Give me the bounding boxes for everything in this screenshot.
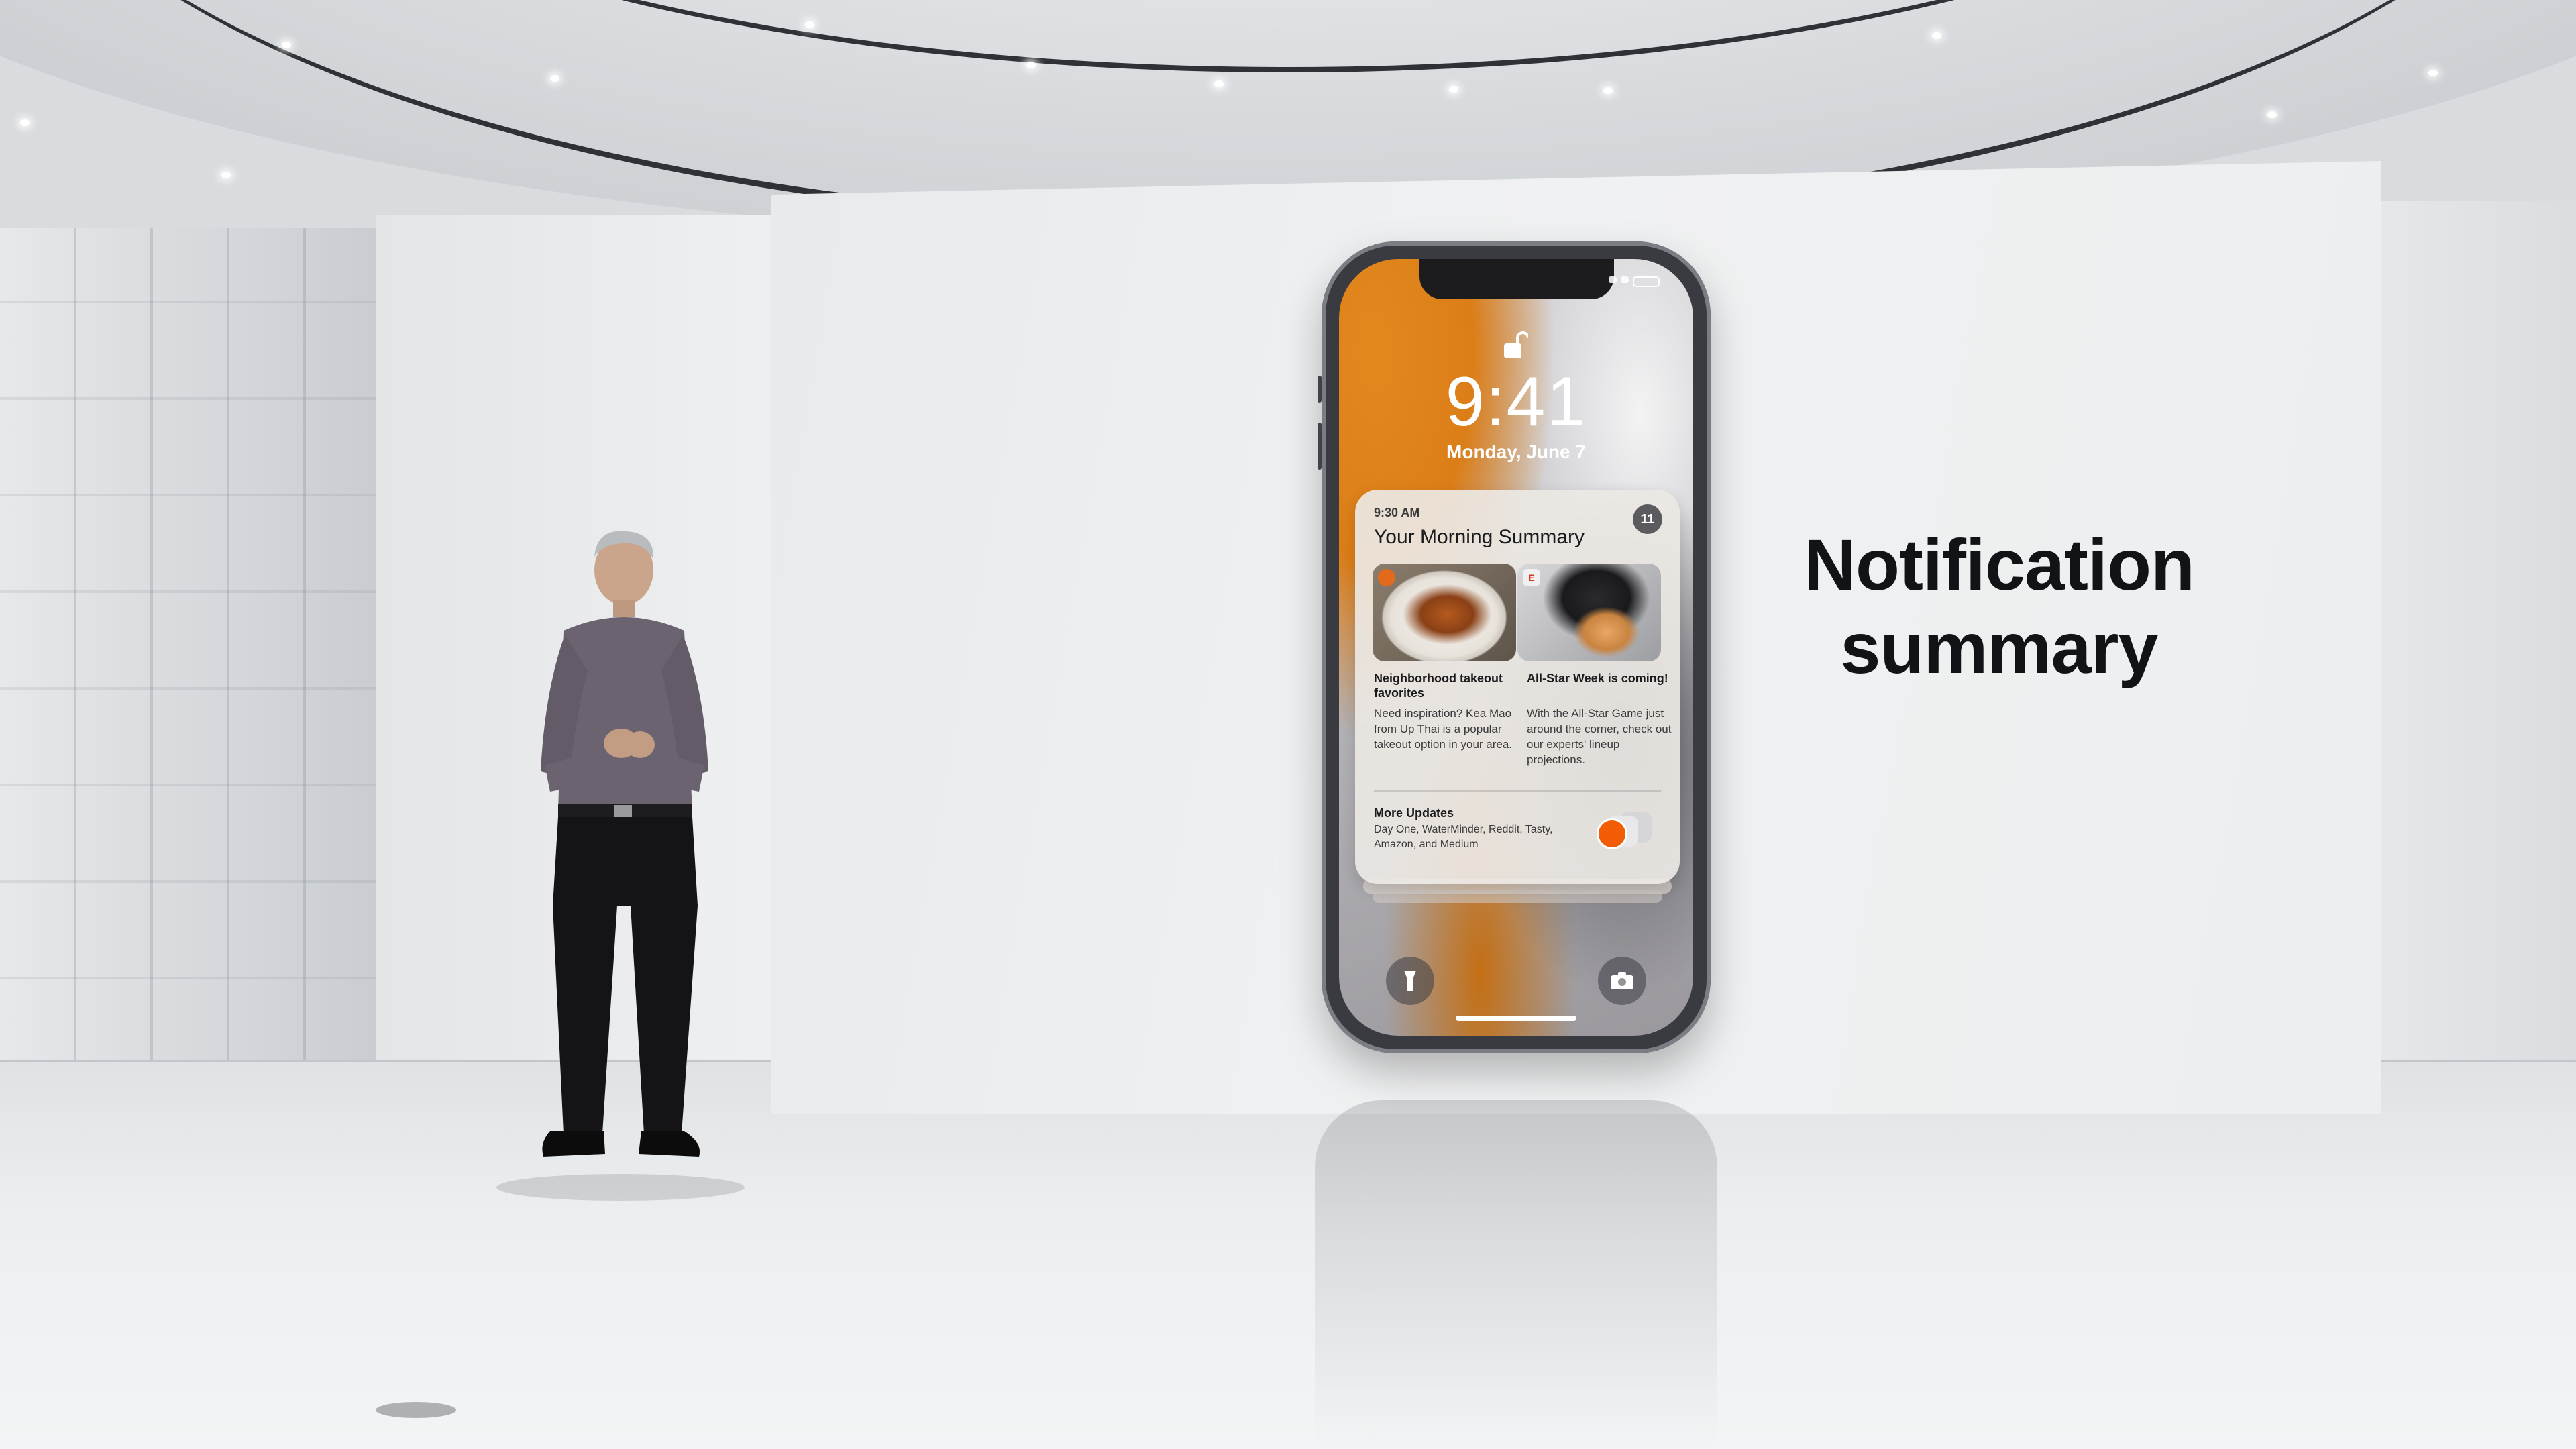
lock-open-icon <box>1504 331 1528 358</box>
battery-icon <box>1633 276 1660 287</box>
app-icon: E <box>1523 569 1540 586</box>
ceiling-light <box>1603 87 1613 94</box>
notification-stack-layer <box>1373 890 1662 903</box>
notification-count-badge: 11 <box>1633 504 1662 534</box>
lock-time: 9:41 <box>1445 363 1587 441</box>
more-updates-apps: Day One, WaterMinder, Reddit, Tasty, Ama… <box>1374 824 1553 850</box>
camera-icon <box>1611 972 1633 989</box>
slide-title-line-1: Notification <box>1804 524 2195 605</box>
ceiling-light <box>1932 32 1941 39</box>
home-indicator[interactable] <box>1456 1016 1576 1021</box>
wifi-icon <box>1621 276 1629 283</box>
ceiling-light <box>2428 70 2438 76</box>
story-headline: All-Star Week is coming! <box>1527 672 1668 685</box>
ceiling-light <box>282 42 291 48</box>
slide-title: Notification summary <box>1744 523 2254 690</box>
left-window-wall <box>0 228 376 1073</box>
flashlight-button[interactable] <box>1386 957 1434 1005</box>
story-body: With the All-Star Game just around the c… <box>1527 707 1672 766</box>
ceiling-light <box>550 75 559 82</box>
phone-notch <box>1419 259 1614 299</box>
flashlight-icon <box>1404 971 1416 991</box>
keynote-stage: Notification summary 9:41 Monday, June 7… <box>0 0 2576 1449</box>
floor <box>0 1060 2576 1449</box>
ceiling-light <box>1214 80 1224 87</box>
ceiling-light <box>221 172 231 178</box>
story-body: Need inspiration? Kea Mao from Up Thai i… <box>1374 707 1513 751</box>
status-bar-icons <box>1609 276 1660 287</box>
floor-marker <box>376 1402 456 1418</box>
reddit-icon <box>1597 818 1627 849</box>
notification-time: 9:30 AM <box>1374 506 1420 519</box>
phone-floor-reflection <box>1315 1100 1717 1449</box>
ceiling-light <box>2267 111 2277 118</box>
lock-screen: 9:41 Monday, June 7 9:30 AM Your Morning… <box>1339 259 1693 1036</box>
story-headline: Neighborhood takeout favorites <box>1374 672 1503 700</box>
presenter-figure <box>541 531 708 1157</box>
app-icon <box>1378 569 1395 586</box>
card-divider <box>1374 790 1661 792</box>
signal-icon <box>1609 276 1617 283</box>
ceiling-light <box>20 119 30 126</box>
notification-title: Your Morning Summary <box>1374 526 1585 548</box>
more-updates-heading: More Updates <box>1374 806 1454 820</box>
ceiling-light <box>1026 62 1036 68</box>
notification-summary-card[interactable]: 9:30 AM Your Morning Summary 11 E Neighb… <box>1355 490 1680 884</box>
more-updates-icons <box>1597 810 1670 851</box>
lock-date: Monday, June 7 <box>1446 441 1586 462</box>
iphone-mockup: 9:41 Monday, June 7 9:30 AM Your Morning… <box>1322 241 1711 1053</box>
ceiling-light <box>1449 86 1458 93</box>
ceiling-light <box>805 21 814 28</box>
slide-title-line-2: summary <box>1840 607 2158 688</box>
camera-button[interactable] <box>1598 957 1646 1005</box>
